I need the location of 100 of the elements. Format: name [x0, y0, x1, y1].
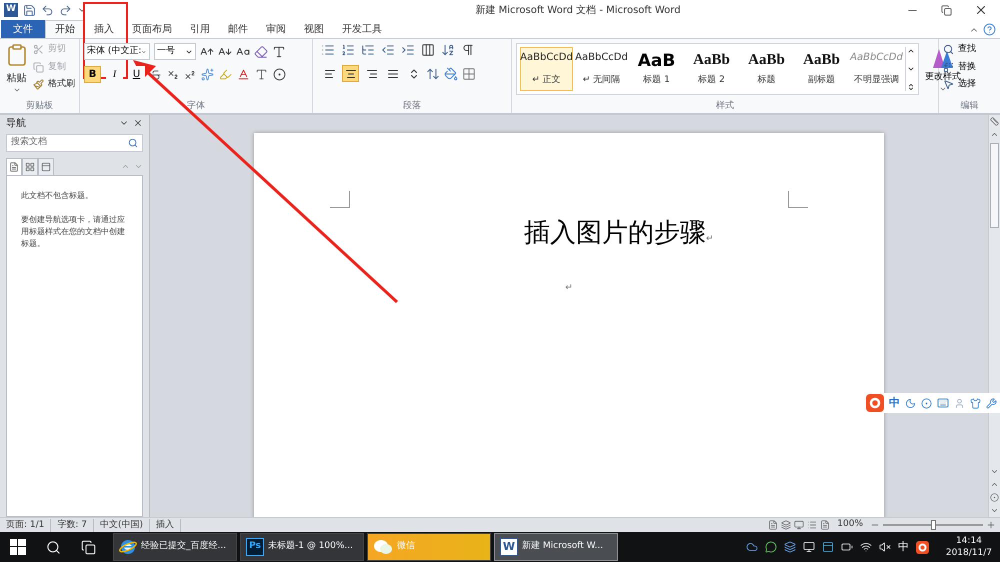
gallery-scroll[interactable]	[905, 47, 915, 91]
search-icon[interactable]	[46, 540, 61, 554]
input-mode[interactable]: 中	[898, 538, 909, 556]
skin-icon[interactable]	[970, 398, 981, 408]
previous-page-icon[interactable]	[990, 480, 999, 489]
borders-icon[interactable]	[462, 66, 476, 80]
show-marks-icon[interactable]	[461, 43, 475, 57]
scrollbar-thumb[interactable]	[990, 143, 999, 228]
help-icon[interactable]	[983, 23, 996, 36]
justify-icon	[386, 68, 398, 80]
alignment-button[interactable]	[342, 65, 359, 82]
user-icon[interactable]	[954, 398, 965, 408]
strikethrough-icon[interactable]	[150, 68, 162, 80]
zoom-in-icon[interactable]	[986, 520, 996, 530]
taskbar-app[interactable]: W 新建 Microsoft W...	[494, 533, 618, 561]
ribbon-tab[interactable]: 开发工具	[333, 20, 391, 38]
web-layout-icon[interactable]	[794, 520, 804, 530]
tray-app-icon[interactable]	[784, 541, 796, 553]
restore-icon[interactable]	[941, 4, 952, 16]
reading-view-icon[interactable]	[781, 520, 792, 530]
chat-icon[interactable]	[764, 541, 777, 553]
print-layout-icon[interactable]	[768, 520, 778, 530]
ruler-icon[interactable]	[990, 117, 999, 126]
save-icon[interactable]	[23, 4, 36, 16]
next-page-icon[interactable]	[990, 506, 999, 515]
taskbar-app[interactable]: 经验已提交_百度经...	[113, 533, 237, 561]
style-item[interactable]: AaBbCcDd 不明显强调	[850, 47, 903, 91]
expand-gallery-icon[interactable]	[906, 83, 914, 91]
shading-icon[interactable]	[444, 66, 458, 80]
font-name-field[interactable]: 宋体 (中文正:	[84, 43, 150, 60]
battery-icon[interactable]	[840, 541, 853, 553]
undo-icon[interactable]	[41, 4, 54, 16]
editing-button[interactable]: 查找	[943, 43, 976, 56]
start-icon[interactable]	[10, 539, 26, 555]
close-icon[interactable]	[133, 118, 143, 128]
tray-app-icon[interactable]	[802, 541, 815, 553]
multilevel-list-icon[interactable]	[361, 43, 375, 57]
superscript-icon[interactable]	[184, 68, 196, 80]
dropdown-caret-icon[interactable]	[12, 86, 20, 94]
paste-button[interactable]: 粘贴	[6, 71, 26, 86]
browser-icon	[119, 538, 137, 556]
clear-format-icon[interactable]	[254, 44, 268, 58]
clipboard-button[interactable]: 格式刷	[33, 78, 75, 92]
format-button[interactable]: B	[84, 66, 101, 83]
style-item[interactable]: AaBbCcDd ↵ 无间隔	[575, 47, 628, 91]
zoom-level[interactable]: 100%	[833, 518, 867, 532]
scroll-down-icon[interactable]	[906, 65, 914, 73]
ribbon-tab[interactable]: 视图	[295, 20, 333, 38]
search-field[interactable]: 搜索文档	[6, 134, 143, 152]
half-width-icon[interactable]	[905, 398, 916, 408]
navigation-tab[interactable]	[6, 158, 22, 175]
style-preview: AaBbCcDd	[575, 53, 628, 63]
style-name: 标题	[758, 76, 776, 85]
outline-view-icon[interactable]	[807, 520, 818, 530]
line-spacing-icon[interactable]	[426, 66, 440, 80]
increase-indent-icon[interactable]	[401, 43, 415, 57]
style-item[interactable]: AaBb 标题	[740, 47, 793, 91]
app-logo[interactable]: W	[4, 3, 18, 17]
cloud-icon[interactable]	[746, 541, 758, 553]
navigation-tab[interactable]	[38, 158, 54, 175]
font-size-field[interactable]: 一号	[154, 43, 196, 60]
file-tab[interactable]: 文件	[1, 20, 45, 38]
sort-icon[interactable]	[441, 43, 455, 57]
tray-app-icon[interactable]	[822, 541, 834, 553]
ime-mode[interactable]: 中	[889, 394, 900, 412]
redo-icon[interactable]	[59, 4, 72, 16]
scroll-up-icon[interactable]	[906, 47, 914, 55]
character-shading-icon[interactable]	[255, 68, 268, 81]
font-color-icon[interactable]	[237, 68, 250, 81]
ribbon-tab[interactable]: 开始	[45, 20, 85, 38]
input-method-icon[interactable]	[916, 540, 929, 554]
style-item[interactable]: AaBb 标题 2	[685, 47, 738, 91]
enclose-character-icon[interactable]	[273, 68, 286, 81]
punctuation-icon[interactable]	[921, 398, 932, 408]
style-item[interactable]: AaB 标题 1	[630, 47, 683, 91]
ribbon-tab[interactable]: 邮件	[219, 20, 257, 38]
subscript-icon[interactable]	[167, 68, 179, 80]
navigation-tab[interactable]	[22, 158, 38, 175]
text-effects-icon[interactable]	[201, 68, 214, 81]
style-preview: AaBb	[693, 53, 730, 68]
ribbon-tab[interactable]: 审阅	[257, 20, 295, 38]
vertical-scrollbar[interactable]	[988, 115, 1000, 517]
mute-icon[interactable]	[878, 541, 891, 553]
numbering-icon[interactable]	[341, 43, 355, 57]
decrease-indent-icon[interactable]	[381, 43, 395, 57]
character-border-icon[interactable]	[272, 44, 286, 58]
task-view-icon[interactable]	[81, 540, 96, 554]
keyboard-icon[interactable]	[937, 397, 949, 409]
input-method-icon[interactable]	[866, 394, 884, 412]
chinese-layout-icon[interactable]	[421, 43, 435, 57]
slider-thumb[interactable]	[931, 520, 936, 530]
style-item[interactable]: AaBb 副标题	[795, 47, 848, 91]
browse-object-icon[interactable]	[990, 493, 999, 502]
taskbar-app[interactable]: Ps 未标题-1 @ 100%...	[240, 533, 364, 561]
draft-view-icon[interactable]	[820, 520, 830, 530]
ribbon-tab[interactable]: 引用	[181, 20, 219, 38]
ribbon-tab[interactable]: 插入	[85, 20, 123, 38]
close-icon[interactable]	[974, 3, 988, 17]
settings-icon[interactable]	[986, 398, 997, 408]
ribbon-tab[interactable]: 页面布局	[123, 20, 181, 38]
